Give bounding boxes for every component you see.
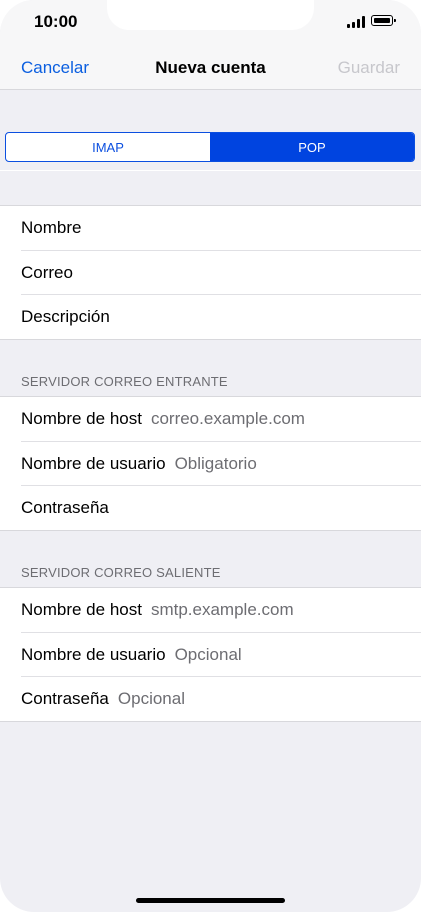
account-type-segmented-control: IMAP POP <box>5 132 415 162</box>
group-bottom-divider <box>0 339 421 340</box>
save-button[interactable]: Guardar <box>338 58 400 78</box>
navigation-bar: Cancelar Nueva cuenta Guardar <box>0 50 421 86</box>
outgoing-password-field[interactable]: Contraseña Opcional <box>0 677 421 722</box>
incoming-password-label: Contraseña <box>21 498 109 518</box>
outgoing-user-label: Nombre de usuario <box>21 644 166 664</box>
incoming-password-field[interactable]: Contraseña <box>0 486 421 531</box>
description-field[interactable]: Descripción <box>0 295 421 340</box>
outgoing-user-field[interactable]: Nombre de usuario Opcional <box>0 633 421 677</box>
email-label: Correo <box>21 262 73 282</box>
battery-icon <box>371 15 396 26</box>
email-field[interactable]: Correo <box>0 251 421 295</box>
outgoing-password-placeholder: Opcional <box>117 689 185 709</box>
outgoing-bottom-divider <box>0 721 421 722</box>
incoming-host-field[interactable]: Nombre de host correo.example.com <box>0 397 421 442</box>
incoming-server-group: Nombre de host correo.example.com Nombre… <box>0 397 421 531</box>
incoming-user-field[interactable]: Nombre de usuario Obligatorio <box>0 442 421 486</box>
incoming-host-value: correo.example.com <box>150 409 305 429</box>
description-label: Descripción <box>21 307 110 327</box>
outgoing-server-group: Nombre de host smtp.example.com Nombre d… <box>0 588 421 722</box>
incoming-section-header: SERVIDOR CORREO ENTRANTE <box>21 374 228 389</box>
account-info-group: Nombre Correo Descripción <box>0 206 421 340</box>
segment-pop[interactable]: POP <box>210 133 414 161</box>
name-label: Nombre <box>21 218 82 238</box>
nav-divider <box>0 89 421 90</box>
notch <box>107 0 314 30</box>
status-time: 10:00 <box>34 12 78 31</box>
incoming-user-placeholder: Obligatorio <box>174 453 257 473</box>
outgoing-user-placeholder: Opcional <box>174 644 242 664</box>
incoming-host-label: Nombre de host <box>21 409 142 429</box>
outgoing-host-label: Nombre de host <box>21 600 142 620</box>
incoming-bottom-divider <box>0 530 421 531</box>
outgoing-host-field[interactable]: Nombre de host smtp.example.com <box>0 588 421 633</box>
home-indicator <box>136 898 285 903</box>
incoming-user-label: Nombre de usuario <box>21 453 166 473</box>
segment-area-divider <box>0 170 421 171</box>
outgoing-host-value: smtp.example.com <box>150 600 294 620</box>
outgoing-password-label: Contraseña <box>21 689 109 709</box>
segment-imap[interactable]: IMAP <box>6 133 210 161</box>
name-field[interactable]: Nombre <box>0 206 421 251</box>
outgoing-section-header: SERVIDOR CORREO SALIENTE <box>21 565 221 580</box>
signal-icon <box>347 15 367 28</box>
phone-screen: 10:00 Cancelar Nueva cuenta Guardar IMAP… <box>0 0 421 912</box>
